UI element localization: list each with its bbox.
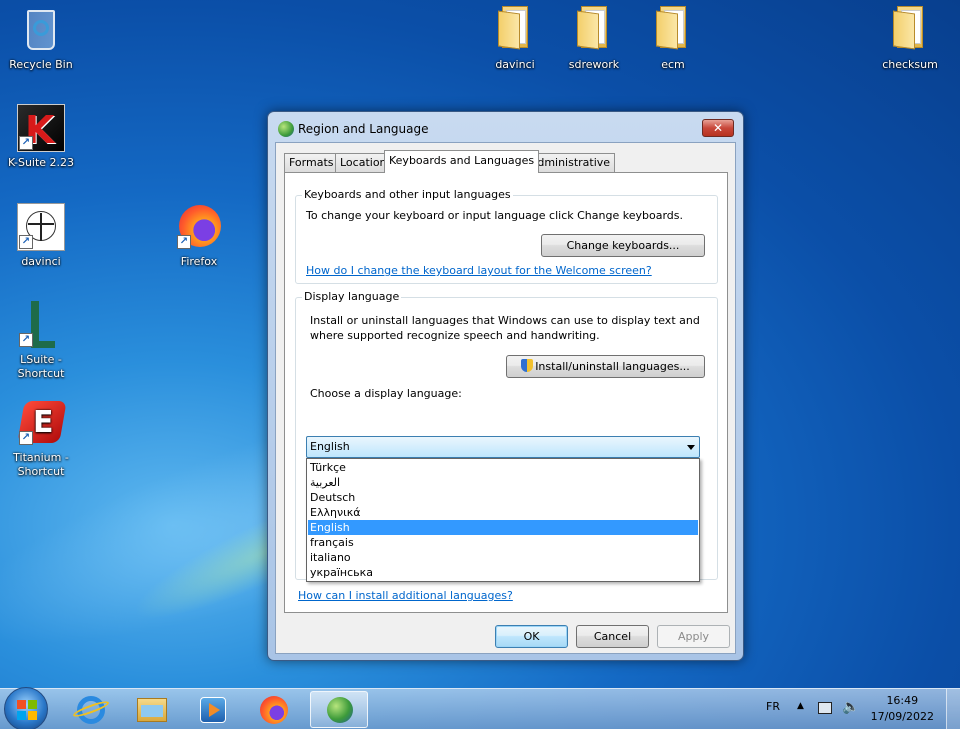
language-option-greek[interactable]: Ελληνικά bbox=[308, 505, 698, 520]
show-desktop-button[interactable] bbox=[946, 689, 960, 729]
language-option-francais[interactable]: français bbox=[308, 535, 698, 550]
shortcut-arrow-icon: ↗ bbox=[19, 136, 33, 150]
system-clock[interactable]: 16:49 17/09/2022 bbox=[871, 693, 934, 725]
tab-formats[interactable]: Formats bbox=[284, 153, 339, 172]
folder-icon bbox=[570, 6, 618, 54]
desktop-icon-label: davinci bbox=[495, 58, 535, 71]
language-option-turkce[interactable]: Türkçe bbox=[308, 460, 698, 475]
desktop-folder-ecm[interactable]: ecm bbox=[635, 6, 711, 72]
play-triangle-icon bbox=[209, 703, 220, 717]
taskbar: FR ▲ 🔈 16:49 17/09/2022 bbox=[0, 687, 960, 729]
welcome-screen-keyboard-link[interactable]: How do I change the keyboard layout for … bbox=[306, 264, 652, 277]
clock-date: 17/09/2022 bbox=[870, 710, 934, 723]
volume-icon[interactable]: 🔈 bbox=[842, 699, 859, 715]
display-language-description-line1: Install or uninstall languages that Wind… bbox=[310, 314, 700, 327]
lsuite-icon: ↗ bbox=[17, 301, 65, 349]
desktop-icon-davinci-shortcut[interactable]: ↗ davinci bbox=[3, 203, 79, 269]
cancel-button[interactable]: Cancel bbox=[576, 625, 649, 648]
desktop-icon-label: ecm bbox=[661, 58, 685, 71]
desktop-icon-label: sdrework bbox=[568, 58, 620, 71]
tab-keyboards-and-languages[interactable]: Keyboards and Languages bbox=[384, 150, 540, 173]
display-language-select[interactable]: English bbox=[306, 436, 700, 458]
desktop-icon-label: checksum bbox=[882, 58, 938, 71]
keyboards-group: Keyboards and other input languages To c… bbox=[295, 188, 718, 284]
region-language-taskbar-icon bbox=[327, 697, 353, 723]
install-uninstall-languages-button[interactable]: Install/uninstall languages... bbox=[506, 355, 705, 378]
desktop-icon-titanium[interactable]: E ↗ Titanium - Shortcut bbox=[3, 399, 79, 479]
clock-time: 16:49 bbox=[886, 694, 919, 707]
desktop-icon-lsuite[interactable]: ↗ LSuite - Shortcut bbox=[3, 301, 79, 381]
close-button[interactable]: ✕ bbox=[702, 119, 734, 137]
taskbar-firefox[interactable] bbox=[245, 691, 303, 728]
desktop-icon-label: Firefox bbox=[180, 255, 218, 268]
desktop-icon-label: Titanium - Shortcut bbox=[13, 451, 69, 478]
display-language-selected-value: English bbox=[310, 440, 350, 453]
display-language-group-title: Display language bbox=[302, 290, 402, 303]
desktop-icon-label: LSuite - Shortcut bbox=[17, 353, 65, 380]
taskbar-region-language[interactable] bbox=[310, 691, 368, 728]
network-icon[interactable] bbox=[818, 702, 832, 714]
taskbar-internet-explorer[interactable] bbox=[62, 691, 120, 728]
dialog-title: Region and Language bbox=[298, 122, 429, 136]
desktop-icon-recycle-bin[interactable]: Recycle Bin bbox=[3, 6, 79, 72]
firefox-icon: ↗ bbox=[175, 203, 223, 251]
file-explorer-inner bbox=[141, 705, 163, 717]
dialog-client-area: Formats Location Keyboards and Languages… bbox=[275, 142, 736, 654]
show-hidden-icons-button[interactable]: ▲ bbox=[797, 701, 804, 711]
choose-display-language-label: Choose a display language: bbox=[310, 387, 462, 400]
install-additional-languages-link[interactable]: How can I install additional languages? bbox=[298, 589, 513, 602]
k-suite-icon: K ↗ bbox=[17, 104, 65, 152]
display-language-dropdown-list: Türkçe العربية Deutsch Ελληνικά English … bbox=[306, 458, 700, 582]
shortcut-arrow-icon: ↗ bbox=[177, 235, 191, 249]
desktop-folder-sdrework[interactable]: sdrework bbox=[556, 6, 632, 72]
folder-icon bbox=[886, 6, 934, 54]
region-language-dialog: Region and Language ✕ Formats Location K… bbox=[267, 111, 744, 661]
change-keyboards-button[interactable]: Change keyboards... bbox=[541, 234, 705, 257]
windows-logo-icon bbox=[17, 700, 37, 720]
display-language-description-line2: where supported recognize speech and han… bbox=[310, 329, 600, 342]
shortcut-arrow-icon: ↗ bbox=[19, 431, 33, 445]
apply-button[interactable]: Apply bbox=[657, 625, 730, 648]
desktop-icon-label: K-Suite 2.23 bbox=[7, 156, 75, 169]
desktop-folder-checksum[interactable]: checksum bbox=[872, 6, 948, 72]
taskbar-explorer[interactable] bbox=[123, 691, 181, 728]
keyboards-group-title: Keyboards and other input languages bbox=[302, 188, 513, 201]
desktop-icon-label: Recycle Bin bbox=[9, 58, 73, 71]
language-option-italiano[interactable]: italiano bbox=[308, 550, 698, 565]
folder-icon bbox=[649, 6, 697, 54]
recycle-bin-icon bbox=[17, 6, 65, 54]
language-option-english[interactable]: English bbox=[308, 520, 698, 535]
keyboards-languages-panel: Keyboards and other input languages To c… bbox=[284, 172, 728, 613]
titanium-icon: E ↗ bbox=[17, 399, 67, 447]
dialog-titlebar[interactable]: Region and Language ✕ bbox=[268, 112, 743, 142]
input-language-indicator[interactable]: FR bbox=[766, 700, 780, 713]
shortcut-arrow-icon: ↗ bbox=[19, 333, 33, 347]
desktop-folder-davinci[interactable]: davinci bbox=[477, 6, 553, 72]
desktop-icon-k-suite[interactable]: K ↗ K-Suite 2.23 bbox=[3, 104, 79, 170]
desktop-icon-label: davinci bbox=[21, 255, 61, 268]
folder-icon bbox=[491, 6, 539, 54]
taskbar-media-player[interactable] bbox=[184, 691, 242, 728]
language-option-deutsch[interactable]: Deutsch bbox=[308, 490, 698, 505]
dropdown-arrow-icon bbox=[687, 445, 695, 450]
firefox-taskbar-icon bbox=[260, 696, 288, 724]
language-option-ukrainian[interactable]: українська bbox=[308, 565, 698, 580]
globe-clock-icon bbox=[278, 121, 294, 137]
language-option-arabic[interactable]: العربية bbox=[308, 475, 698, 490]
start-button[interactable] bbox=[4, 687, 48, 729]
shortcut-arrow-icon: ↗ bbox=[19, 235, 33, 249]
vitruvian-man-icon: ↗ bbox=[17, 203, 65, 251]
install-uninstall-languages-label: Install/uninstall languages... bbox=[535, 360, 690, 373]
uac-shield-icon bbox=[521, 359, 534, 372]
ok-button[interactable]: OK bbox=[495, 625, 568, 648]
desktop-icon-firefox[interactable]: ↗ Firefox bbox=[161, 203, 237, 269]
keyboards-description: To change your keyboard or input languag… bbox=[306, 209, 683, 222]
